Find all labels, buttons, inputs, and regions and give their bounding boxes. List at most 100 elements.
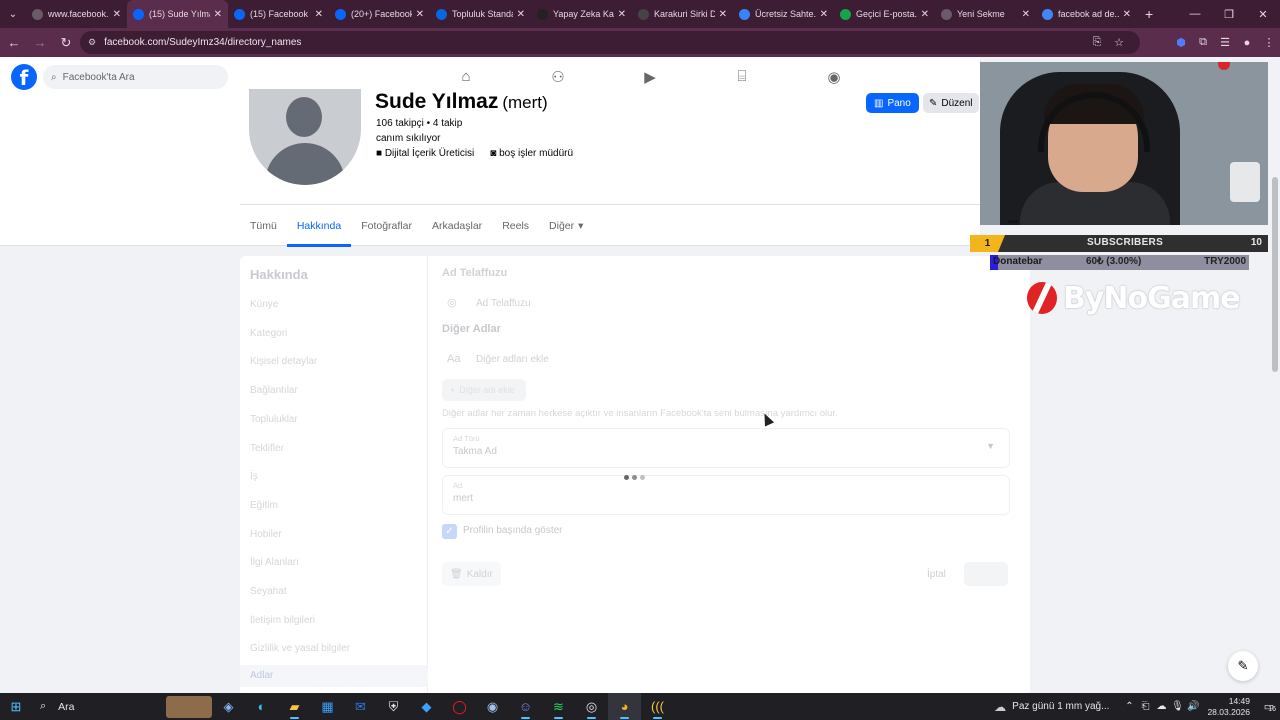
copilot-icon[interactable]: ◈ [212, 693, 245, 720]
profile-tab[interactable]: Fotoğraflar [351, 205, 422, 246]
browser-tab[interactable]: www.facebook... ✕ [26, 0, 127, 28]
install-app-icon[interactable]: ⎘ [1086, 36, 1108, 49]
name-type-select[interactable]: Ad Türü Takma Ad ▼ [442, 428, 1010, 468]
marketplace-icon[interactable]: ⌸ [696, 57, 788, 96]
browser-tab[interactable]: (15) Facebook ✕ [228, 0, 329, 28]
site-info-icon[interactable]: ⚙ [88, 37, 96, 48]
store-icon[interactable]: ▦ [311, 693, 344, 720]
about-sidebar-item[interactable]: Eğitim [250, 500, 278, 511]
forward-icon[interactable]: → [28, 31, 52, 55]
browser-tab[interactable]: (15) Sude Yılmaz ✕ [127, 0, 228, 28]
groups-icon[interactable]: ◉ [788, 57, 880, 96]
close-tab-icon[interactable]: ✕ [315, 9, 323, 20]
profile-tab[interactable]: Hakkında [286, 205, 352, 247]
about-sidebar-item[interactable]: Bağlantılar [250, 385, 298, 396]
browser-tab[interactable]: Ücretsiz Sahte... ✕ [733, 0, 834, 28]
close-tab-icon[interactable]: ✕ [719, 9, 727, 20]
extension-icon[interactable]: ⬢ [1170, 36, 1192, 49]
about-sidebar-item[interactable]: İş [250, 471, 258, 482]
steam-icon[interactable]: ◉ [476, 693, 509, 720]
explorer-icon[interactable]: ▰ [278, 693, 311, 720]
about-sidebar-item[interactable]: İletişim bilgileri [250, 615, 315, 626]
about-sidebar-item[interactable]: Topluluklar [250, 414, 298, 425]
clock[interactable]: 14:49 28.03.2026 [1207, 696, 1250, 718]
edge-icon[interactable]: ◐ [245, 693, 278, 720]
about-sidebar-item[interactable]: Kategori [250, 328, 287, 339]
outlook-icon[interactable]: ✉ [344, 693, 377, 720]
close-tab-icon[interactable]: ✕ [618, 9, 626, 20]
restore-icon[interactable]: ❐ [1212, 0, 1246, 28]
profile-follow-counts[interactable]: 106 takipçi • 4 takip [376, 118, 462, 129]
opera-icon[interactable]: ◯ [443, 693, 476, 720]
about-sidebar-item[interactable]: Teklifler [250, 443, 284, 454]
discord-icon[interactable]: ☺ [509, 693, 542, 720]
pronunciation-row[interactable]: Ad Telaffuzu [476, 298, 531, 309]
scrollbar-thumb[interactable] [1272, 177, 1278, 372]
browser-tab[interactable]: facebok ad de... ✕ [1036, 0, 1137, 28]
close-tab-icon[interactable]: ✕ [517, 9, 525, 20]
security-icon[interactable]: ⛨ [377, 693, 410, 720]
cancel-button[interactable]: İptal [919, 562, 954, 586]
close-tab-icon[interactable]: ✕ [214, 9, 222, 20]
add-other-name-button[interactable]: + Diğer adı ekle [442, 379, 526, 401]
video-icon[interactable]: ▶ [604, 57, 696, 96]
close-tab-icon[interactable]: ✕ [113, 9, 121, 20]
facebook-search-input[interactable]: ⌕ Facebook'ta Ara [43, 65, 228, 89]
chrome-icon[interactable]: ◕ [608, 693, 641, 720]
profile-tab[interactable]: Tümü [240, 205, 287, 246]
profile-tab[interactable]: Reels [492, 205, 539, 246]
close-tab-icon[interactable]: ✕ [1123, 9, 1131, 20]
address-bar[interactable]: ⚙ facebook.com/SudeyImz34/directory_name… [80, 31, 1140, 54]
close-tab-icon[interactable]: ✕ [1022, 9, 1030, 20]
volume-icon[interactable]: 🔊 [1185, 701, 1201, 712]
close-tab-icon[interactable]: ✕ [416, 9, 424, 20]
extensions-puzzle-icon[interactable]: ⧉ [1192, 36, 1214, 49]
cloud-icon[interactable]: ☁ [1153, 701, 1169, 712]
profile-avatar-icon[interactable]: ● [1236, 37, 1258, 49]
about-sidebar-item[interactable]: Hobiler [250, 529, 282, 540]
microphone-icon[interactable]: 🎙 [1169, 701, 1185, 712]
bookmark-star-icon[interactable]: ☆ [1108, 36, 1130, 49]
add-other-names-row[interactable]: Diğer adları ekle [476, 354, 549, 365]
about-sidebar-item[interactable]: Seyahat [250, 586, 287, 597]
about-sidebar-item[interactable]: Kişisel detaylar [250, 356, 317, 367]
remove-button[interactable]: 🗑 Kaldır [442, 562, 501, 586]
audio-icon[interactable]: ((( [641, 693, 674, 720]
close-tab-icon[interactable]: ✕ [820, 9, 828, 20]
new-message-button[interactable]: ✎ [1228, 651, 1258, 681]
about-sidebar-item[interactable]: Gizlilik ve yasal bilgiler [250, 643, 350, 654]
profile-tab[interactable]: Arkadaşlar [422, 205, 492, 246]
about-sidebar-item[interactable]: İlgi Alanları [250, 557, 299, 568]
browser-tab[interactable]: Geçici E-posta... ✕ [834, 0, 935, 28]
about-sidebar-item[interactable]: Adlar [240, 665, 428, 687]
back-icon[interactable]: ← [2, 31, 26, 55]
close-tab-icon[interactable]: ✕ [921, 9, 929, 20]
tray-app-icon[interactable]: ⎗ [1137, 701, 1153, 712]
tab-search-button[interactable]: ⌄ [0, 0, 26, 28]
browser-tab[interactable]: Topluluk Standar... ✕ [430, 0, 531, 28]
reading-list-icon[interactable]: ☰ [1214, 36, 1236, 49]
obs-icon[interactable]: ◎ [575, 693, 608, 720]
close-window-icon[interactable]: ✕ [1246, 0, 1280, 28]
reload-icon[interactable]: ↻ [54, 31, 78, 55]
name-input[interactable]: Ad mert [442, 475, 1010, 515]
edit-profile-button[interactable]: ✎ Düzenl [923, 93, 979, 113]
profile-tab[interactable]: Diğer ▾ [539, 205, 593, 246]
about-sidebar-item[interactable]: Künye [250, 299, 278, 310]
show-at-top-checkbox[interactable]: ✓ [442, 524, 457, 539]
spotify-icon[interactable]: ≋ [542, 693, 575, 720]
weather-widget[interactable]: ☁ Paz günü 1 mm yağ... [994, 700, 1109, 714]
windows-start-icon[interactable]: ⊞ [0, 693, 32, 720]
save-button[interactable]: Kaydet [964, 562, 1008, 586]
browser-tab[interactable]: Yapay Zeka Kar... ✕ [531, 0, 632, 28]
taskbar-search[interactable]: ⌕ Ara [32, 693, 212, 720]
vscode-icon[interactable]: ◆ [410, 693, 443, 720]
page-scrollbar[interactable] [1270, 57, 1280, 693]
browser-tab[interactable]: (20+) Facebook ✕ [329, 0, 430, 28]
minimize-icon[interactable]: — [1178, 0, 1212, 28]
facebook-logo[interactable]: f [11, 64, 37, 90]
browser-tab[interactable]: Yeni Sekme ✕ [935, 0, 1036, 28]
browser-tab[interactable]: Karakuri Sirki D... ✕ [632, 0, 733, 28]
new-tab-button[interactable]: + [1145, 6, 1153, 22]
pano-button[interactable]: ▥ Pano [866, 93, 919, 113]
